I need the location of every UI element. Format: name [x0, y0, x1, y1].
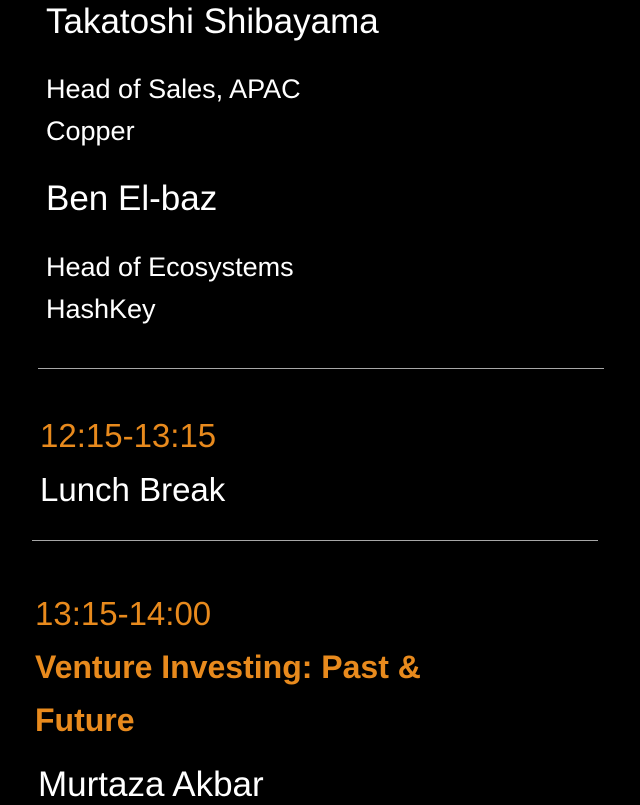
speaker-name: Ben El-baz	[46, 179, 218, 218]
speaker-company: Copper	[46, 116, 135, 146]
section-divider	[32, 540, 598, 541]
speaker-name: Takatoshi Shibayama	[46, 2, 379, 41]
speaker-name: Murtaza Akbar	[38, 765, 264, 804]
session-time: 13:15-14:00	[35, 595, 212, 632]
speaker-role: Head of Sales, APAC	[46, 74, 301, 104]
speaker-role: Head of Ecosystems	[46, 252, 294, 282]
session-time: 12:15-13:15	[40, 417, 217, 454]
speaker-company: HashKey	[46, 294, 156, 324]
session-title[interactable]: Venture Investing: Past & Future	[35, 641, 495, 747]
session-title: Lunch Break	[40, 471, 226, 508]
section-divider	[38, 368, 604, 369]
